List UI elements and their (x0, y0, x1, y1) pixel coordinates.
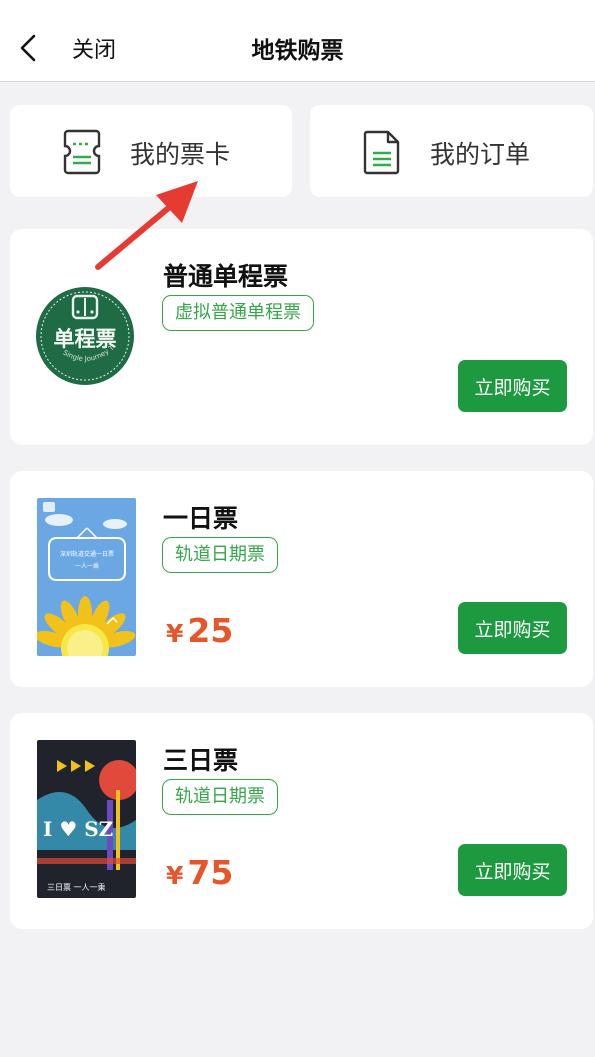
card-subtext: 三日票 一人一乘 (47, 882, 106, 892)
navigation-bar: 关闭 地铁购票 (0, 0, 595, 82)
currency-symbol: ¥ (166, 619, 184, 648)
card-subtext: 一人一乘 (75, 562, 99, 570)
price-amount: 75 (187, 853, 234, 892)
my-ticket-cards-label: 我的票卡 (130, 140, 231, 169)
currency-symbol: ¥ (166, 861, 184, 890)
my-ticket-cards-button[interactable]: 我的票卡 (10, 105, 292, 197)
ticket-card-three-day: I ♥ SZ 三日票 一人一乘 三日票 轨道日期票 ¥75 立即购买 (10, 713, 593, 929)
ticket-card-icon (63, 129, 101, 175)
ticket-name: 一日票 (163, 504, 239, 533)
ticket-card-one-day: 深圳轨道交通一日票 一人一乘 一日票 轨道日期票 ¥25 立即购买 (10, 471, 593, 687)
card-text: 深圳轨道交通一日票 (60, 550, 114, 558)
ticket-name: 普通单程票 (163, 262, 289, 291)
price-amount: 25 (187, 611, 234, 650)
ticket-name: 三日票 (163, 746, 239, 775)
my-orders-label: 我的订单 (430, 140, 531, 169)
ticket-type-tag: 轨道日期票 (162, 537, 278, 573)
three-day-ticket-image: I ♥ SZ 三日票 一人一乘 (37, 740, 136, 898)
buy-now-button[interactable]: 立即购买 (458, 360, 567, 412)
ticket-card-single-journey: 单程票 Single Journey Ticket 普通单程票 虚拟普通单程票 … (10, 229, 593, 445)
page-title: 地铁购票 (251, 38, 344, 64)
ticket-price: ¥25 (166, 611, 233, 650)
ticket-type-tag: 虚拟普通单程票 (162, 295, 314, 331)
my-orders-button[interactable]: 我的订单 (310, 105, 593, 197)
ticket-type-tag: 轨道日期票 (162, 779, 278, 815)
one-day-ticket-image: 深圳轨道交通一日票 一人一乘 (37, 498, 136, 656)
single-journey-logo: 单程票 Single Journey Ticket (35, 286, 134, 385)
ticket-price: ¥75 (166, 853, 233, 892)
order-document-icon (363, 130, 400, 175)
buy-now-button[interactable]: 立即购买 (458, 844, 567, 896)
card-text: I ♥ SZ (43, 817, 113, 841)
buy-now-button[interactable]: 立即购买 (458, 602, 567, 654)
